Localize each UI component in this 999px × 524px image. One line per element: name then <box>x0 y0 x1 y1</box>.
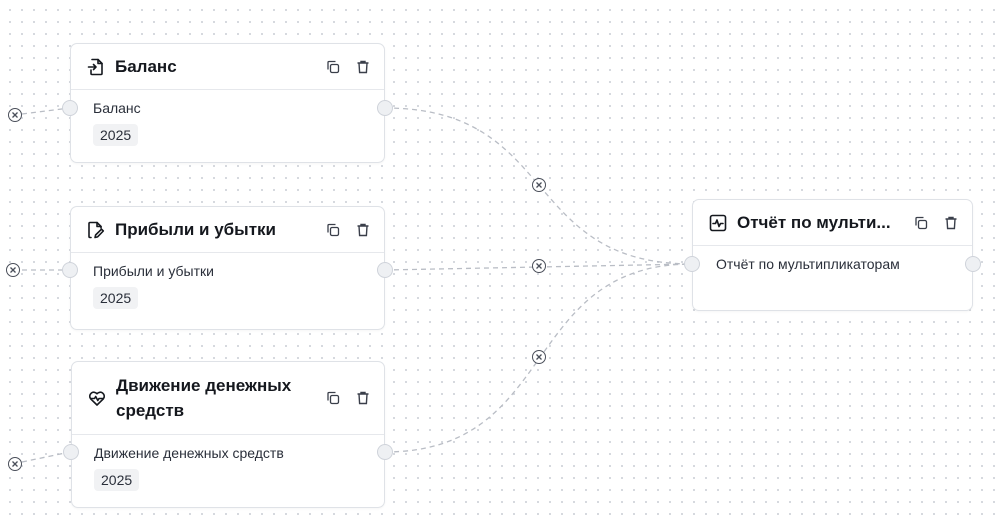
delete-button[interactable] <box>352 387 374 409</box>
output-handle[interactable] <box>377 262 393 278</box>
x-icon <box>536 354 542 360</box>
file-import-icon <box>85 56 107 78</box>
copy-icon <box>327 60 340 73</box>
node-pnl[interactable]: Прибыли и убытки Прибыли и убытки 2025 <box>70 206 385 330</box>
copy-icon <box>327 391 340 405</box>
node-body: Движение денежных средств 2025 <box>72 435 384 491</box>
node-title: Движение денежных средств <box>116 376 292 420</box>
copy-button[interactable] <box>322 387 344 409</box>
node-label: Баланс <box>93 100 141 116</box>
node-header[interactable]: Баланс <box>71 44 384 90</box>
year-chip: 2025 <box>93 287 139 309</box>
output-handle[interactable] <box>965 256 981 272</box>
node-body: Прибыли и убытки 2025 <box>71 253 384 309</box>
x-icon <box>12 461 18 467</box>
year-chip: 2025 <box>94 469 140 491</box>
node-body: Баланс 2025 <box>71 90 384 146</box>
trash-icon <box>357 223 369 236</box>
trash-icon <box>945 216 957 229</box>
output-handle[interactable] <box>377 444 393 460</box>
input-handle[interactable] <box>684 256 700 272</box>
node-body: Отчёт по мультипликаторам <box>693 246 972 272</box>
edge-delete-button[interactable] <box>532 178 546 192</box>
copy-button[interactable] <box>910 212 932 234</box>
node-title: Баланс <box>115 56 177 76</box>
node-label: Прибыли и убытки <box>93 263 214 279</box>
x-icon <box>536 263 542 269</box>
input-handle[interactable] <box>62 262 78 278</box>
node-header[interactable]: Прибыли и убытки <box>71 207 384 253</box>
copy-button[interactable] <box>322 219 344 241</box>
heart-pulse-icon <box>86 387 108 409</box>
edge-delete-button[interactable] <box>532 259 546 273</box>
edge-delete-button[interactable] <box>8 108 22 122</box>
activity-square-icon <box>707 212 729 234</box>
input-handle[interactable] <box>62 100 78 116</box>
delete-button[interactable] <box>352 219 374 241</box>
year-chip: 2025 <box>93 124 139 146</box>
node-label: Движение денежных средств <box>94 445 284 461</box>
input-handle[interactable] <box>63 444 79 460</box>
copy-button[interactable] <box>322 56 344 78</box>
edge-delete-button[interactable] <box>6 263 20 277</box>
x-icon <box>12 112 18 118</box>
delete-button[interactable] <box>940 212 962 234</box>
node-title: Отчёт по мульти... <box>737 212 891 232</box>
node-header[interactable]: Отчёт по мульти... <box>693 200 972 246</box>
x-icon <box>10 267 16 273</box>
output-handle[interactable] <box>377 100 393 116</box>
node-balance[interactable]: Баланс Баланс 2025 <box>70 43 385 163</box>
edge-delete-button[interactable] <box>8 457 22 471</box>
node-cashflow[interactable]: Движение денежных средств Движение денеж… <box>71 361 385 508</box>
trash-icon <box>357 60 369 73</box>
copy-icon <box>915 216 928 229</box>
node-header[interactable]: Движение денежных средств <box>72 362 384 435</box>
edge-delete-button[interactable] <box>532 350 546 364</box>
node-multiples[interactable]: Отчёт по мульти... Отчёт по мультипликат… <box>692 199 973 311</box>
copy-icon <box>327 223 340 236</box>
node-label: Отчёт по мультипликаторам <box>716 256 900 272</box>
node-title: Прибыли и убытки <box>115 219 276 239</box>
file-edit-icon <box>85 219 107 241</box>
delete-button[interactable] <box>352 56 374 78</box>
x-icon <box>536 182 542 188</box>
trash-icon <box>357 391 369 405</box>
